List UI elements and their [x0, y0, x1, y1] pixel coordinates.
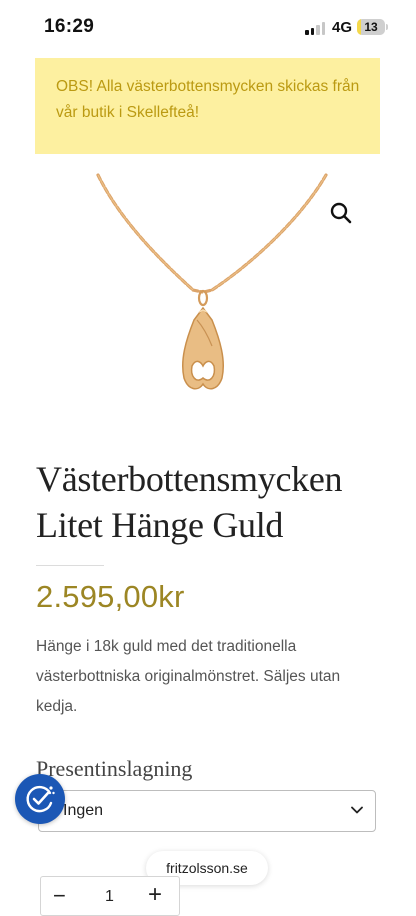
notice-text: OBS! Alla västerbottensmycken skickas fr…	[56, 78, 360, 121]
gift-wrap-value: Ingen	[63, 802, 104, 819]
status-time: 16:29	[44, 16, 95, 37]
product-description: Hänge i 18k guld med det traditionella v…	[36, 638, 341, 715]
quantity-plus-button[interactable]: +	[148, 881, 162, 909]
shipping-notice: OBS! Alla västerbottensmycken skickas fr…	[35, 58, 380, 154]
quantity-value[interactable]: 1	[105, 888, 114, 906]
battery-icon: 13	[357, 19, 385, 35]
quantity-stepper: − 1 +	[40, 876, 180, 916]
title-divider	[36, 565, 104, 566]
product-price: 2.595,00kr	[36, 579, 185, 614]
quantity-minus-button[interactable]: −	[53, 883, 66, 909]
accessibility-button[interactable]	[15, 774, 65, 824]
gift-wrap-select[interactable]: Ingen	[38, 790, 376, 832]
gift-wrap-label: Presentinslagning	[36, 756, 193, 781]
zoom-button[interactable]	[328, 200, 354, 226]
product-title: Västerbottensmycken Litet Hänge Guld	[36, 459, 343, 545]
battery-level: 13	[364, 20, 378, 34]
chevron-down-icon	[351, 806, 363, 814]
network-type: 4G	[332, 19, 353, 36]
signal-icon	[305, 22, 327, 35]
search-icon	[330, 202, 352, 224]
accessibility-icon	[26, 785, 55, 813]
status-bar: 16:29 4G 13	[0, 0, 416, 54]
